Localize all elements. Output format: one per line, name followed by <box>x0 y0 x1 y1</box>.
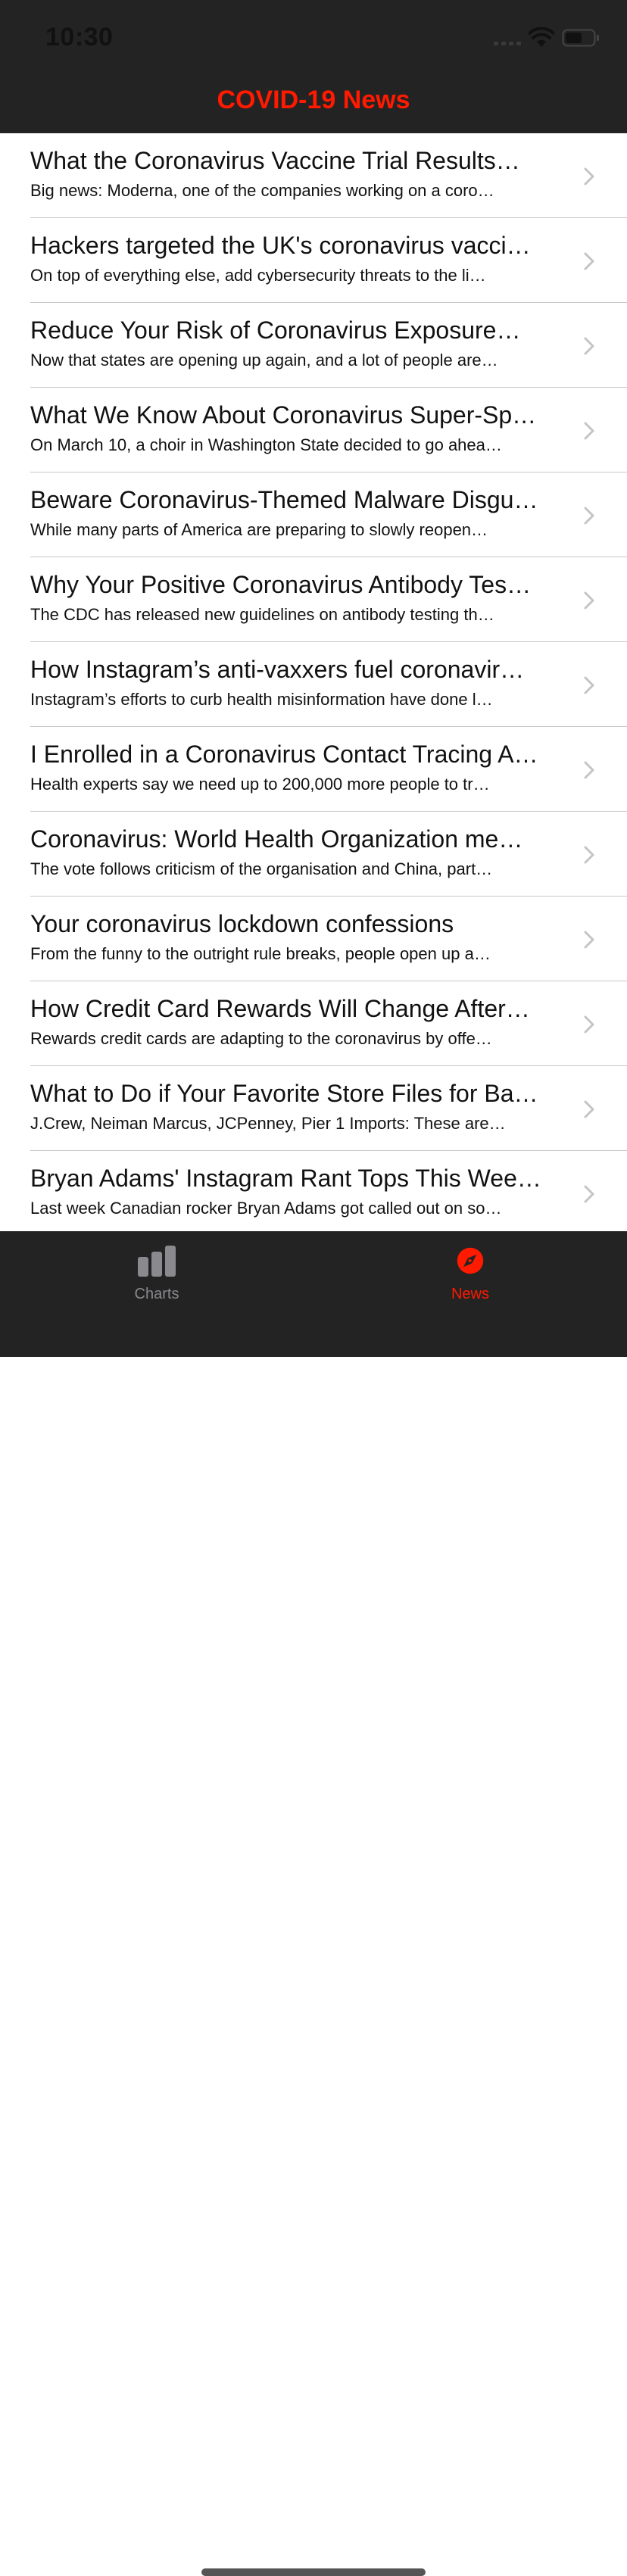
news-title: What We Know About Coronavirus Super-Sp… <box>30 401 537 429</box>
news-item[interactable]: Beware Coronavirus-Themed Malware Disgu…… <box>0 472 627 557</box>
news-summary: Rewards credit cards are adapting to the… <box>30 1029 492 1048</box>
status-bar: 10:30 <box>0 0 627 76</box>
compass-icon <box>457 1247 484 1274</box>
chevron-right-icon <box>584 1100 594 1118</box>
news-summary: Last week Canadian rocker Bryan Adams go… <box>30 1199 502 1218</box>
news-summary: Big news: Moderna, one of the companies … <box>30 181 494 200</box>
news-summary: J.Crew, Neiman Marcus, JCPenney, Pier 1 … <box>30 1114 506 1133</box>
chevron-right-icon <box>584 252 594 270</box>
news-list[interactable]: What the Coronavirus Vaccine Trial Resul… <box>0 133 627 1231</box>
news-summary: On top of everything else, add cybersecu… <box>30 266 486 285</box>
news-summary: Health experts say we need up to 200,000… <box>30 775 490 794</box>
news-item[interactable]: Coronavirus: World Health Organization m… <box>0 812 627 897</box>
chevron-right-icon <box>584 422 594 440</box>
news-title: Coronavirus: World Health Organization m… <box>30 825 523 853</box>
news-item[interactable]: How Credit Card Rewards Will Change Afte… <box>0 981 627 1066</box>
news-title: Bryan Adams' Instagram Rant Tops This We… <box>30 1165 541 1192</box>
news-title: Beware Coronavirus-Themed Malware Disgu… <box>30 486 538 513</box>
tab-news[interactable]: News <box>314 1231 627 1315</box>
chevron-right-icon <box>584 761 594 779</box>
chevron-right-icon <box>584 1015 594 1034</box>
status-time: 10:30 <box>45 23 114 51</box>
tab-news-label: News <box>451 1286 489 1302</box>
news-item[interactable]: Why Your Positive Coronavirus Antibody T… <box>0 557 627 642</box>
news-item[interactable]: Your coronavirus lockdown confessions Fro… <box>0 897 627 981</box>
news-item[interactable]: Bryan Adams' Instagram Rant Tops This We… <box>0 1151 627 1231</box>
news-item[interactable]: How Instagram’s anti-vaxxers fuel corona… <box>0 642 627 727</box>
page-title: COVID-19 News <box>217 86 410 114</box>
news-title: Why Your Positive Coronavirus Antibody T… <box>30 571 532 598</box>
news-summary: Instagram’s efforts to curb health misin… <box>30 690 493 709</box>
chevron-right-icon <box>584 931 594 949</box>
tab-charts-label: Charts <box>134 1286 179 1302</box>
news-summary: The CDC has released new guidelines on a… <box>30 605 494 624</box>
news-item[interactable]: What the Coronavirus Vaccine Trial Resul… <box>0 133 627 218</box>
news-item[interactable]: What We Know About Coronavirus Super-Sp…… <box>0 388 627 472</box>
news-title: Reduce Your Risk of Coronavirus Exposure… <box>30 317 521 344</box>
news-title: How Instagram’s anti-vaxxers fuel corona… <box>30 656 525 683</box>
home-indicator <box>201 2568 426 2576</box>
news-item[interactable]: Hackers targeted the UK's coronavirus va… <box>0 218 627 303</box>
chevron-right-icon <box>584 1185 594 1203</box>
cellular-signal-icon <box>494 39 522 45</box>
chevron-right-icon <box>584 676 594 694</box>
news-title: What the Coronavirus Vaccine Trial Resul… <box>30 147 520 174</box>
news-summary: The vote follows criticism of the organi… <box>30 859 493 878</box>
news-title: Your coronavirus lockdown confessions <box>30 910 454 937</box>
news-summary: From the funny to the outright rule brea… <box>30 944 491 963</box>
chevron-right-icon <box>584 507 594 525</box>
battery-icon <box>562 29 599 47</box>
bar-chart-icon <box>138 1246 176 1277</box>
news-title: I Enrolled in a Coronavirus Contact Trac… <box>30 741 538 768</box>
chevron-right-icon <box>584 846 594 864</box>
news-item[interactable]: What to Do if Your Favorite Store Files … <box>0 1066 627 1151</box>
news-item[interactable]: Reduce Your Risk of Coronavirus Exposure… <box>0 303 627 388</box>
wifi-icon <box>529 27 554 47</box>
news-summary: While many parts of America are preparin… <box>30 520 488 539</box>
chevron-right-icon <box>584 167 594 186</box>
news-summary: Now that states are opening up again, an… <box>30 351 498 370</box>
tab-bar: Charts News <box>0 1231 627 2576</box>
news-summary: On March 10, a choir in Washington State… <box>30 435 502 454</box>
tab-charts[interactable]: Charts <box>0 1231 314 1315</box>
news-title: Hackers targeted the UK's coronavirus va… <box>30 232 531 259</box>
news-item[interactable]: I Enrolled in a Coronavirus Contact Trac… <box>0 727 627 812</box>
news-title: How Credit Card Rewards Will Change Afte… <box>30 995 530 1022</box>
navigation-bar: COVID-19 News <box>0 76 627 133</box>
chevron-right-icon <box>584 591 594 610</box>
news-title: What to Do if Your Favorite Store Files … <box>30 1080 538 1107</box>
chevron-right-icon <box>584 337 594 355</box>
